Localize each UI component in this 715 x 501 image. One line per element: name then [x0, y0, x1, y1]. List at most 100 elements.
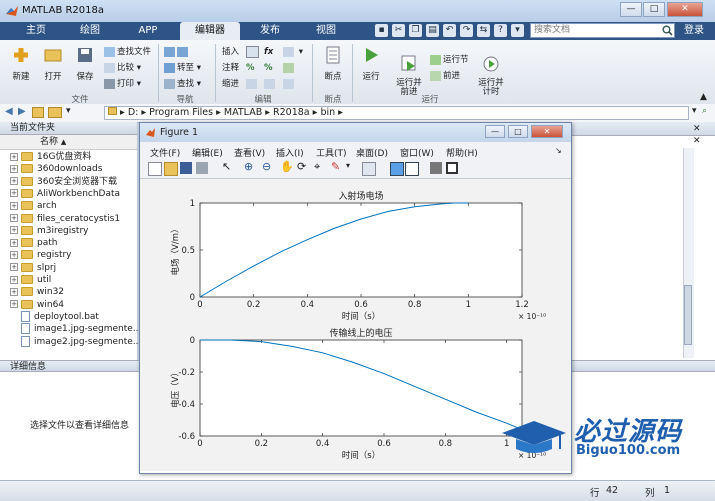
folder-item[interactable]: +360downloads	[0, 163, 137, 175]
tab-home[interactable]: 主页	[16, 22, 56, 40]
figure-minimize-button[interactable]: —	[485, 125, 505, 138]
indent-button[interactable]: 缩进	[222, 78, 239, 90]
colorbar-icon[interactable]	[390, 162, 404, 176]
print-figure-icon[interactable]	[196, 162, 208, 174]
folder-item[interactable]: +360安全浏览器下载	[0, 176, 137, 188]
close-button[interactable]: ✕	[667, 2, 703, 17]
indent-decrease-icon[interactable]	[283, 78, 296, 90]
path-segment[interactable]: Program Files	[149, 107, 213, 118]
folder-item[interactable]: + AliWorkbenchData	[0, 188, 137, 200]
print-button[interactable]: 打印 ▾	[104, 78, 141, 90]
tab-plots[interactable]: 绘图	[70, 22, 110, 40]
quick-copy-icon[interactable]: ❐	[409, 24, 422, 37]
folder-item[interactable]: + win32	[0, 286, 137, 298]
tab-editor[interactable]: 编辑器	[180, 22, 240, 40]
section-insert-icon[interactable]	[246, 46, 261, 58]
tab-view[interactable]: 视图	[306, 22, 346, 40]
wrap-comments-icon[interactable]	[283, 62, 296, 74]
file-item[interactable]: image2.jpg-segmente...	[0, 335, 141, 348]
folder-item[interactable]: + util	[0, 274, 137, 286]
expand-icon[interactable]: +	[10, 238, 18, 247]
zoom-out-icon[interactable]: ⊖	[262, 160, 271, 173]
search-input[interactable]: 搜索文档	[530, 23, 675, 38]
insert-button[interactable]: 插入	[222, 46, 239, 58]
nav-forward-icon[interactable]: ▶	[18, 106, 26, 117]
path-segment[interactable]: D:	[128, 107, 139, 118]
goto-button[interactable]: 转至 ▾	[164, 62, 201, 74]
tab-publish[interactable]: 发布	[250, 22, 290, 40]
zoom-in-icon[interactable]: ⊕	[244, 160, 253, 173]
expand-icon[interactable]: +	[10, 226, 18, 235]
find-button[interactable]: 查找 ▾	[164, 78, 201, 90]
file-item[interactable]: deploytool.bat	[0, 310, 137, 323]
folder-item[interactable]: +16G优盘资料	[0, 151, 137, 163]
brush-icon[interactable]: ✎	[331, 160, 340, 173]
expand-icon[interactable]: +	[10, 164, 18, 173]
quick-menu-icon[interactable]: ▾	[511, 24, 524, 37]
name-column-header[interactable]: 名称 ▲	[0, 135, 137, 150]
quick-cut-icon[interactable]: ✂	[392, 24, 405, 37]
path-dropdown-icon[interactable]: ▾	[692, 106, 697, 116]
save-button[interactable]: 保存	[70, 46, 100, 82]
expand-icon[interactable]: +	[10, 214, 18, 222]
path-segment[interactable]: bin	[320, 107, 335, 118]
quick-save-icon[interactable]: ▪	[375, 24, 388, 37]
indent-increase-icon[interactable]	[264, 78, 277, 90]
menu-dock-icon[interactable]: ↘	[555, 146, 562, 155]
axes-line-voltage[interactable]: 0 0.2 0.4 0.6 0.8 10-0.2-0.4-0.6传输线上的电压时间（s）电…	[170, 327, 546, 461]
expand-icon[interactable]: +	[10, 263, 18, 272]
run-time-button[interactable]: 运行并 计时	[474, 46, 508, 97]
expand-icon[interactable]: +	[10, 275, 18, 284]
comment-percent-icon[interactable]: %	[246, 62, 255, 74]
expand-icon[interactable]: +	[10, 250, 18, 259]
folder-item[interactable]: + slprj	[0, 262, 137, 274]
brush-dropdown-icon[interactable]: ▾	[346, 161, 350, 170]
folder-item[interactable]: + path	[0, 237, 137, 249]
breakpoints-button[interactable]: 断点	[318, 46, 348, 82]
quick-paste-icon[interactable]: ▤	[426, 24, 439, 37]
run-button[interactable]: 运行	[356, 46, 386, 82]
advance-button[interactable]: 前进	[430, 70, 460, 82]
quick-undo-icon[interactable]: ↶	[443, 24, 456, 37]
open-button[interactable]: 打开	[38, 46, 68, 82]
legend-icon[interactable]	[405, 162, 419, 176]
folder-item[interactable]: + registry	[0, 249, 137, 261]
folder-item[interactable]: + arch	[0, 200, 137, 212]
comment-button[interactable]: 注释	[222, 62, 239, 74]
pointer-icon[interactable]: ↖	[222, 160, 231, 173]
folder-item[interactable]: + files_ceratocystis1	[0, 213, 137, 225]
figure-title-bar[interactable]: Figure 1 — □ ✕	[140, 123, 571, 142]
path-segment[interactable]: MATLAB	[224, 107, 262, 118]
path-input[interactable]: ▸ D: ▸ Program Files ▸ MATLAB ▸ R2018a ▸…	[104, 106, 689, 120]
run-advance-button[interactable]: 运行并 前进	[392, 46, 426, 97]
address-dropdown-icon[interactable]: ▾	[66, 106, 71, 116]
minimize-button[interactable]: —	[620, 2, 642, 17]
figure-maximize-button[interactable]: □	[508, 125, 528, 138]
quick-redo-icon[interactable]: ↷	[460, 24, 473, 37]
tab-apps[interactable]: APP	[128, 22, 168, 40]
folder-item[interactable]: + win64	[0, 299, 137, 311]
expand-icon[interactable]: +	[10, 152, 18, 161]
compare-button[interactable]: 比较 ▾	[104, 62, 141, 74]
panel-close-icon[interactable]: ✕	[693, 124, 701, 134]
show-plot-tools-icon[interactable]	[446, 162, 458, 174]
expand-icon[interactable]: +	[10, 177, 18, 186]
path-search-icon[interactable]: ⌕	[702, 106, 707, 116]
panel-close-icon[interactable]: ✕	[693, 136, 701, 146]
path-segment[interactable]: R2018a	[273, 107, 310, 118]
pan-hand-icon[interactable]: ✋	[280, 160, 294, 173]
new-button[interactable]: 新建	[6, 46, 36, 82]
search-icon[interactable]	[662, 25, 673, 36]
figure-close-button[interactable]: ✕	[531, 125, 563, 138]
up-folder-icon[interactable]	[32, 107, 44, 118]
folder-item[interactable]: + m3iregistry	[0, 225, 137, 237]
maximize-button[interactable]: □	[643, 2, 665, 17]
hide-plot-tools-icon[interactable]	[430, 162, 442, 174]
link-plot-icon[interactable]	[362, 162, 376, 176]
expand-icon[interactable]: +	[10, 189, 18, 198]
quick-switch-icon[interactable]: ⇆	[477, 24, 490, 37]
fx-button[interactable]: fx	[264, 46, 273, 58]
rotate-3d-icon[interactable]: ⟳	[297, 160, 306, 173]
browse-folder-icon[interactable]	[48, 107, 62, 118]
file-item[interactable]: image1.jpg-segmente...	[0, 323, 141, 335]
